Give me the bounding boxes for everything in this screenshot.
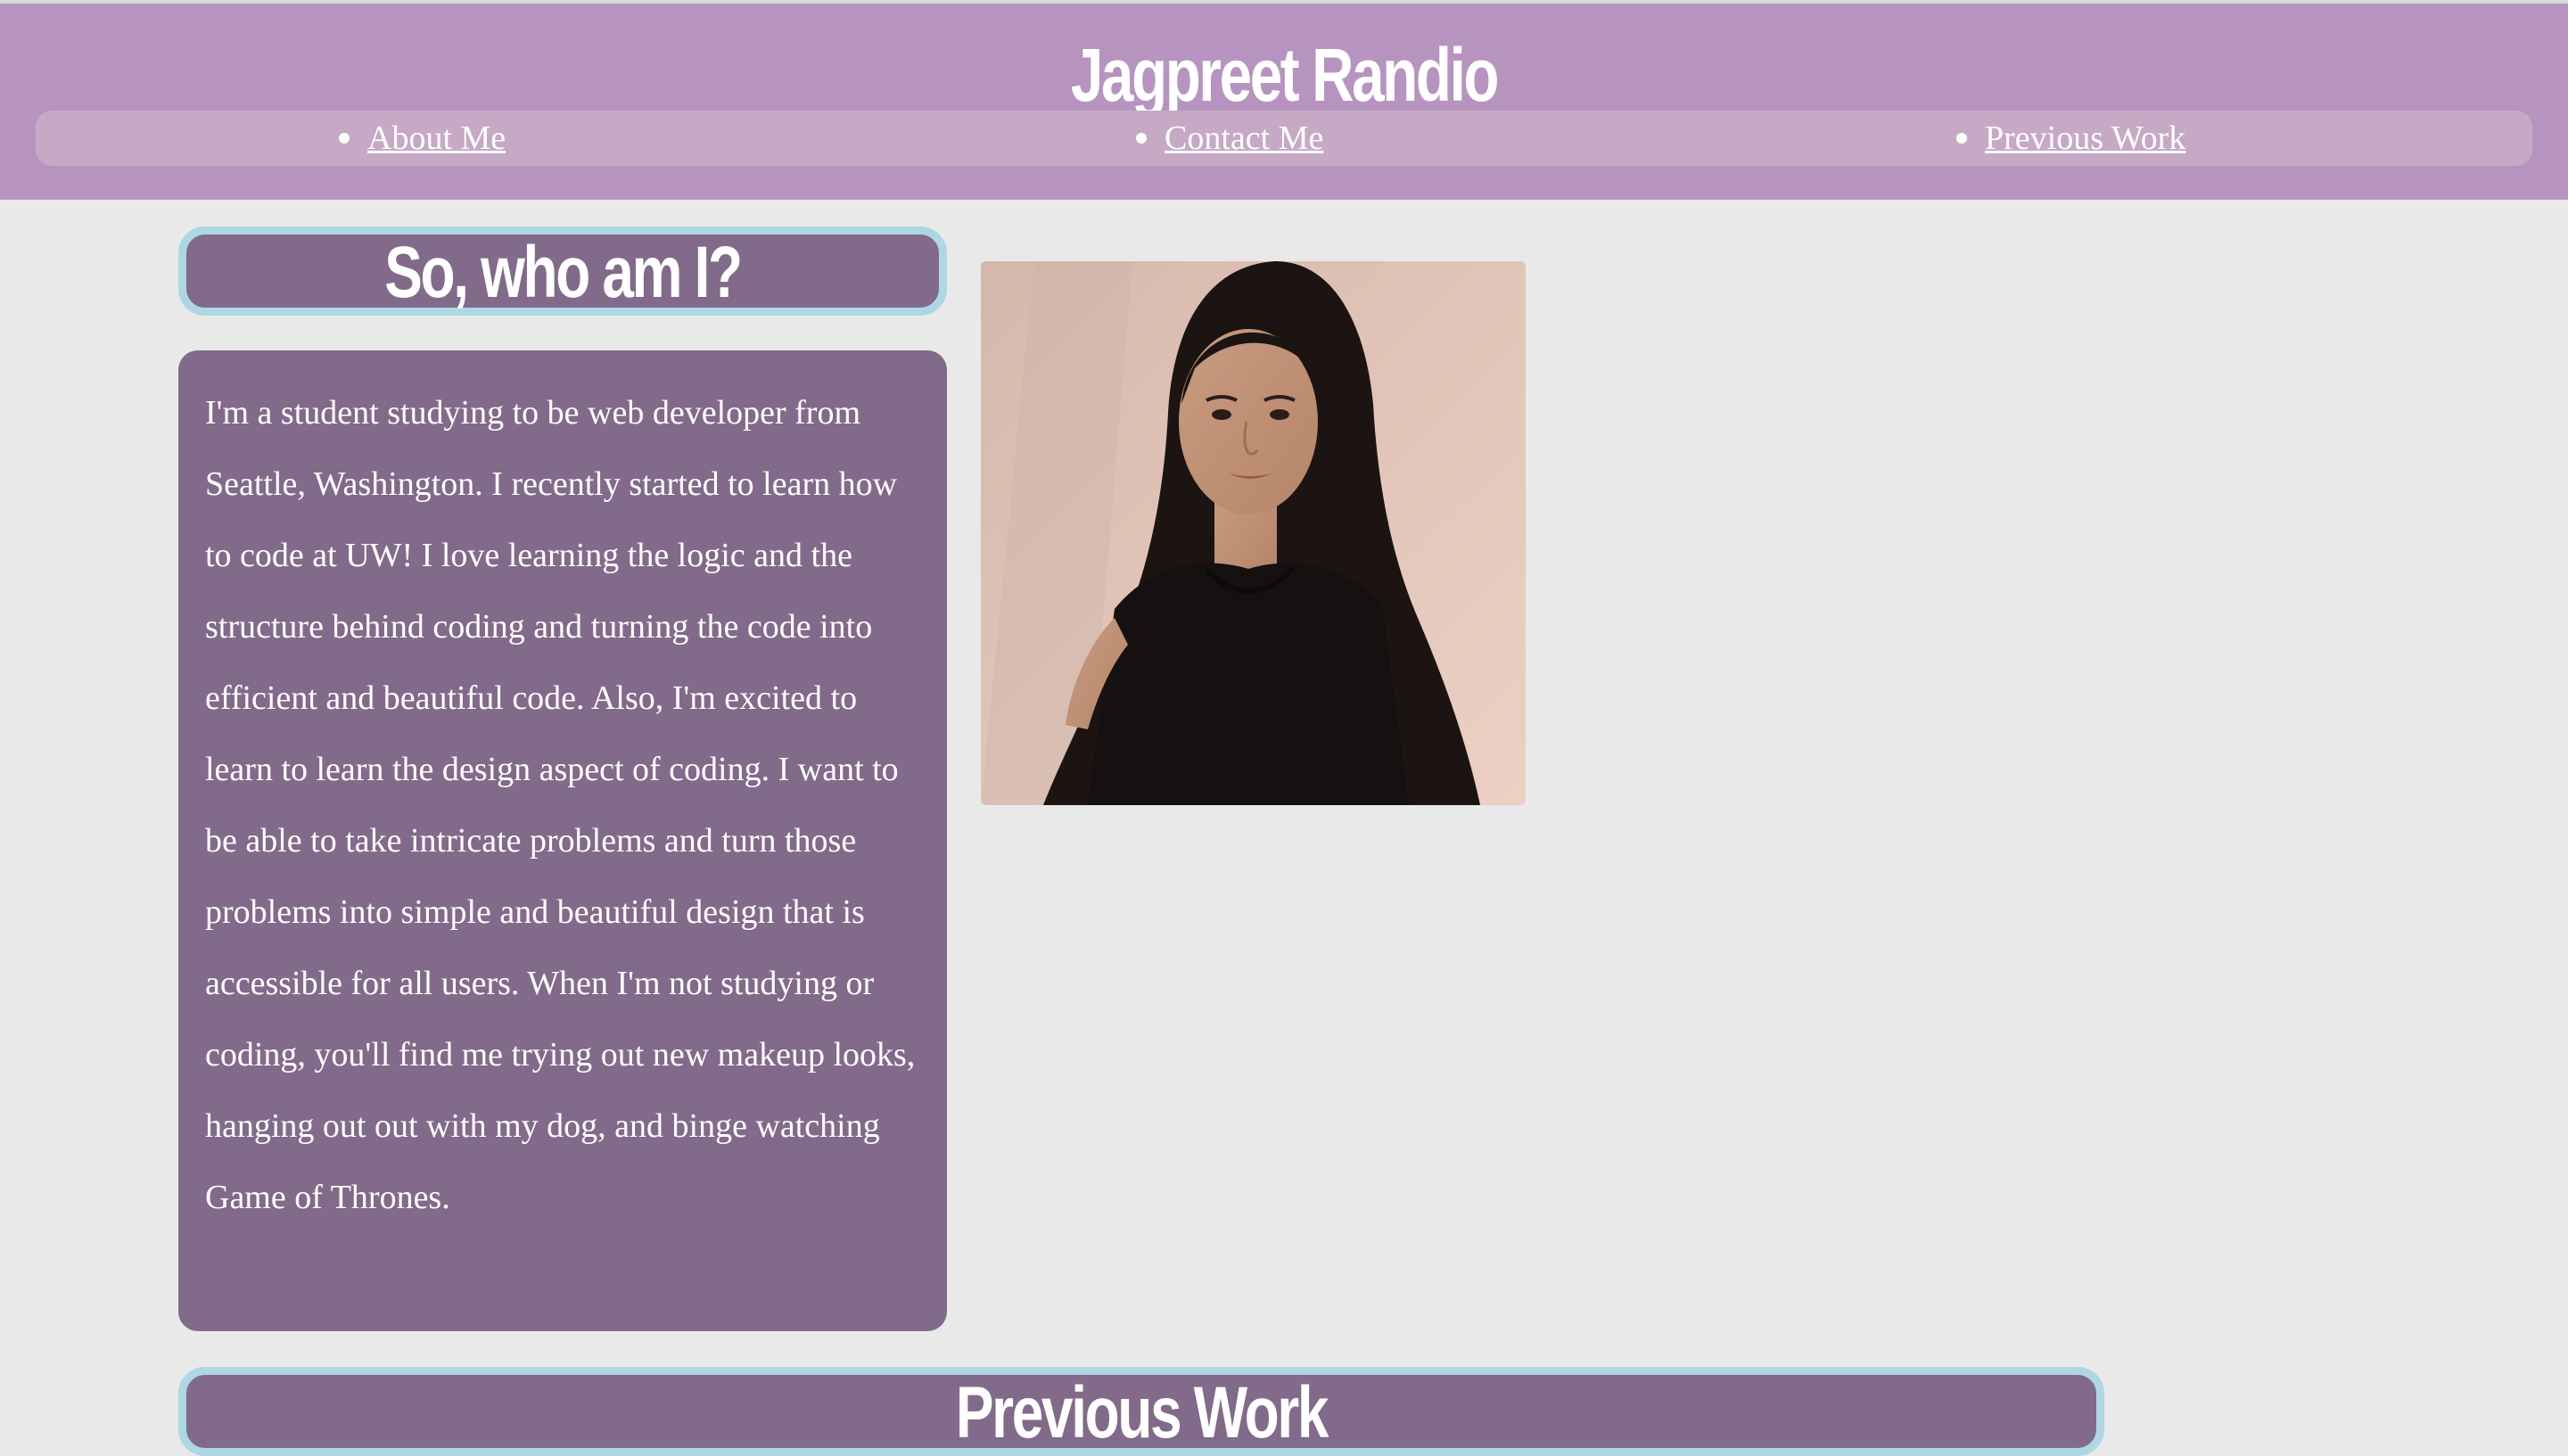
- nav-item-about-me: About Me: [339, 116, 506, 160]
- bullet-icon: [339, 133, 350, 144]
- nav-link-previous-work[interactable]: Previous Work: [1985, 119, 2185, 158]
- bullet-icon: [1136, 133, 1147, 144]
- site-title: Jagpreet Randio: [1070, 33, 1500, 117]
- nav-link-contact-me[interactable]: Contact Me: [1165, 119, 1323, 158]
- bio-text: I'm a student studying to be web develop…: [205, 394, 916, 1216]
- site-header: Jagpreet Randio About Me Contact Me Prev…: [0, 4, 2568, 200]
- about-heading-box: So, who am I?: [178, 226, 947, 316]
- previous-work-heading: Previous Work: [955, 1372, 1329, 1453]
- nav-item-contact-me: Contact Me: [1136, 116, 1323, 160]
- nav-link-about-me[interactable]: About Me: [367, 119, 506, 158]
- bio-card: I'm a student studying to be web develop…: [178, 350, 947, 1331]
- profile-photo: [981, 261, 1526, 805]
- previous-work-heading-box: Previous Work: [178, 1367, 2104, 1456]
- nav-item-previous-work: Previous Work: [1956, 116, 2185, 160]
- main-nav: About Me Contact Me Previous Work: [36, 111, 2532, 166]
- about-heading: So, who am I?: [384, 232, 743, 313]
- profile-photo-illustration: [981, 261, 1526, 805]
- bullet-icon: [1956, 133, 1967, 144]
